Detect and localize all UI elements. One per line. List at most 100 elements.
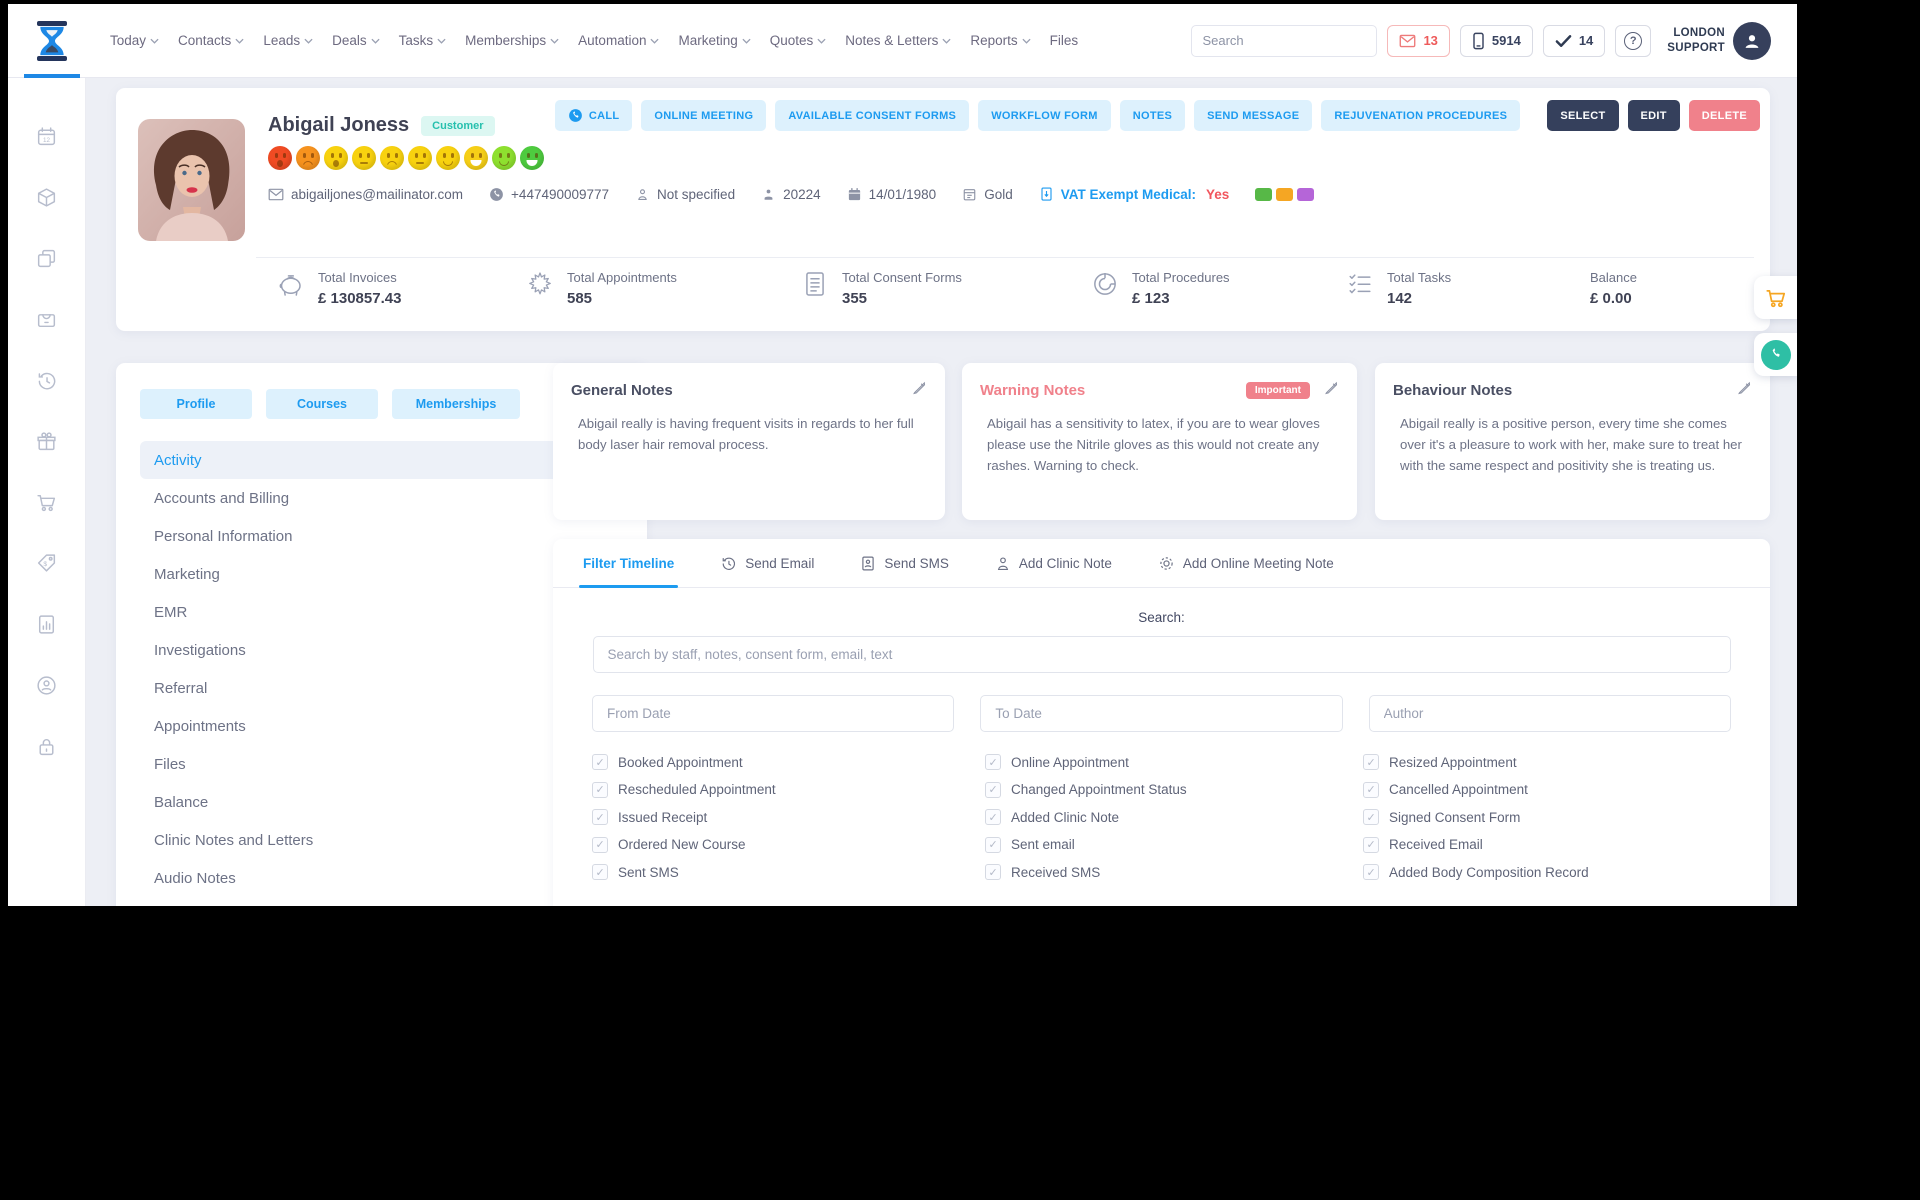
checkbox-checked[interactable] <box>985 781 1001 798</box>
from-date-input[interactable] <box>592 695 955 732</box>
filter-received-email[interactable]: Received Email <box>1363 836 1731 853</box>
calls-badge[interactable]: 5914 <box>1459 24 1533 57</box>
help-button[interactable]: ? <box>1615 24 1652 57</box>
nav-contacts[interactable]: Contacts <box>178 33 244 48</box>
menu-investigations[interactable]: Investigations <box>140 631 623 669</box>
filter-added-clinic-note[interactable]: Added Clinic Note <box>985 809 1363 825</box>
search-input[interactable] <box>1192 33 1377 48</box>
menu-marketing[interactable]: Marketing <box>140 555 623 593</box>
checkbox-checked[interactable] <box>1363 781 1379 798</box>
checkbox-checked[interactable] <box>1363 864 1379 880</box>
avatar[interactable] <box>1733 21 1771 60</box>
client-photo[interactable] <box>138 119 245 241</box>
checkbox-checked[interactable] <box>592 754 608 770</box>
nav-tasks[interactable]: Tasks <box>399 33 447 48</box>
tab-send-sms[interactable]: Send SMS <box>860 539 949 587</box>
nav-notes-letters[interactable]: Notes & Letters <box>845 33 951 48</box>
purple-label[interactable] <box>1297 187 1315 201</box>
orange-label[interactable] <box>1276 187 1294 201</box>
filter-cancelled-appointment[interactable]: Cancelled Appointment <box>1363 781 1731 798</box>
client-phone[interactable]: +447490009777 <box>489 187 609 202</box>
checkbox-checked[interactable] <box>985 836 1001 853</box>
menu-referral[interactable]: Referral <box>140 669 623 707</box>
tab-courses[interactable]: Courses <box>266 389 378 419</box>
menu-balance[interactable]: Balance <box>140 783 623 821</box>
client-email[interactable]: abigailjones@mailinator.com <box>268 187 463 202</box>
mood-face-4[interactable] <box>352 146 376 170</box>
online-meeting-button[interactable]: ONLINE MEETING <box>641 100 767 131</box>
edit-pencil-icon[interactable] <box>1737 380 1752 400</box>
filter-changed-appointment-status[interactable]: Changed Appointment Status <box>985 781 1363 798</box>
reports-icon[interactable] <box>35 612 59 636</box>
checkbox-checked[interactable] <box>1363 836 1379 853</box>
tab-send-email[interactable]: Send Email <box>720 539 814 587</box>
whatsapp-float-button[interactable] <box>1754 333 1797 376</box>
pos-drawer-icon[interactable] <box>35 307 59 331</box>
inbox-badge[interactable]: 13 <box>1387 24 1450 57</box>
nav-deals[interactable]: Deals <box>332 33 380 48</box>
tab-profile[interactable]: Profile <box>140 389 252 419</box>
to-date-input[interactable] <box>980 695 1343 732</box>
filter-booked-appointment[interactable]: Booked Appointment <box>592 754 985 770</box>
edit-pencil-icon[interactable] <box>912 380 927 400</box>
checkbox-checked[interactable] <box>592 836 608 853</box>
mood-face-8[interactable] <box>464 146 488 170</box>
available-consent-forms-button[interactable]: AVAILABLE CONSENT FORMS <box>775 100 970 131</box>
nav-today[interactable]: Today <box>110 33 159 48</box>
nav-files[interactable]: Files <box>1050 33 1079 48</box>
menu-accounts-and-billing[interactable]: Accounts and Billing <box>140 479 623 517</box>
filter-sent-email[interactable]: Sent email <box>985 836 1363 853</box>
nav-reports[interactable]: Reports <box>970 33 1031 48</box>
checkbox-checked[interactable] <box>985 864 1001 880</box>
filter-issued-receipt[interactable]: Issued Receipt <box>592 809 985 825</box>
cart-icon[interactable] <box>35 490 59 514</box>
menu-files[interactable]: Files <box>140 745 623 783</box>
checkbox-checked[interactable] <box>592 809 608 825</box>
pricing-icon[interactable]: $ <box>35 551 59 575</box>
duplicate-icon[interactable] <box>35 246 59 270</box>
mood-face-7[interactable] <box>436 146 460 170</box>
send-message-button[interactable]: SEND MESSAGE <box>1194 100 1313 131</box>
filter-received-sms[interactable]: Received SMS <box>985 864 1363 880</box>
client-support-icon[interactable] <box>35 673 59 697</box>
tab-add-clinic-note[interactable]: Add Clinic Note <box>995 539 1112 587</box>
edit-pencil-icon[interactable] <box>1324 380 1339 400</box>
calendar-icon[interactable]: 12 <box>35 124 59 148</box>
mood-face-9[interactable] <box>492 146 516 170</box>
checkbox-checked[interactable] <box>592 781 608 798</box>
mood-face-5[interactable] <box>380 146 404 170</box>
notes-button[interactable]: NOTES <box>1119 100 1186 131</box>
menu-clinic-notes-and-letters[interactable]: Clinic Notes and Letters <box>140 821 623 859</box>
checkbox-checked[interactable] <box>592 864 608 880</box>
rejuvenation-procedures-button[interactable]: REJUVENATION PROCEDURES <box>1321 100 1521 131</box>
cart-float-button[interactable] <box>1754 276 1797 319</box>
client-vat-exempt[interactable]: VAT Exempt Medical: Yes <box>1039 186 1229 202</box>
mood-face-10[interactable] <box>520 146 544 170</box>
mood-face-3[interactable] <box>324 146 348 170</box>
mood-face-2[interactable] <box>296 146 320 170</box>
filter-added-body-composition-record[interactable]: Added Body Composition Record <box>1363 864 1731 880</box>
lock-icon[interactable] <box>35 734 59 758</box>
tab-memberships[interactable]: Memberships <box>392 389 520 419</box>
nav-leads[interactable]: Leads <box>263 33 313 48</box>
checkbox-checked[interactable] <box>985 754 1001 770</box>
filter-ordered-new-course[interactable]: Ordered New Course <box>592 836 985 853</box>
gift-icon[interactable] <box>35 429 59 453</box>
filter-signed-consent-form[interactable]: Signed Consent Form <box>1363 809 1731 825</box>
checkbox-checked[interactable] <box>985 809 1001 825</box>
filter-resized-appointment[interactable]: Resized Appointment <box>1363 754 1731 770</box>
user-menu[interactable]: LONDON SUPPORT <box>1667 21 1771 60</box>
tab-add-online-meeting-note[interactable]: Add Online Meeting Note <box>1158 539 1334 587</box>
checkbox-checked[interactable] <box>1363 754 1379 770</box>
filter-online-appointment[interactable]: Online Appointment <box>985 754 1363 770</box>
delete-button[interactable]: DELETE <box>1688 100 1760 131</box>
green-label[interactable] <box>1255 187 1273 201</box>
nav-memberships[interactable]: Memberships <box>465 33 559 48</box>
tab-filter-timeline[interactable]: Filter Timeline <box>578 539 679 588</box>
call-button[interactable]: CALL <box>554 100 633 131</box>
products-icon[interactable] <box>35 185 59 209</box>
menu-personal-information[interactable]: Personal Information <box>140 517 623 555</box>
timeline-search-input[interactable] <box>592 636 1731 673</box>
filter-sent-sms[interactable]: Sent SMS <box>592 864 985 880</box>
author-input[interactable] <box>1368 695 1731 732</box>
